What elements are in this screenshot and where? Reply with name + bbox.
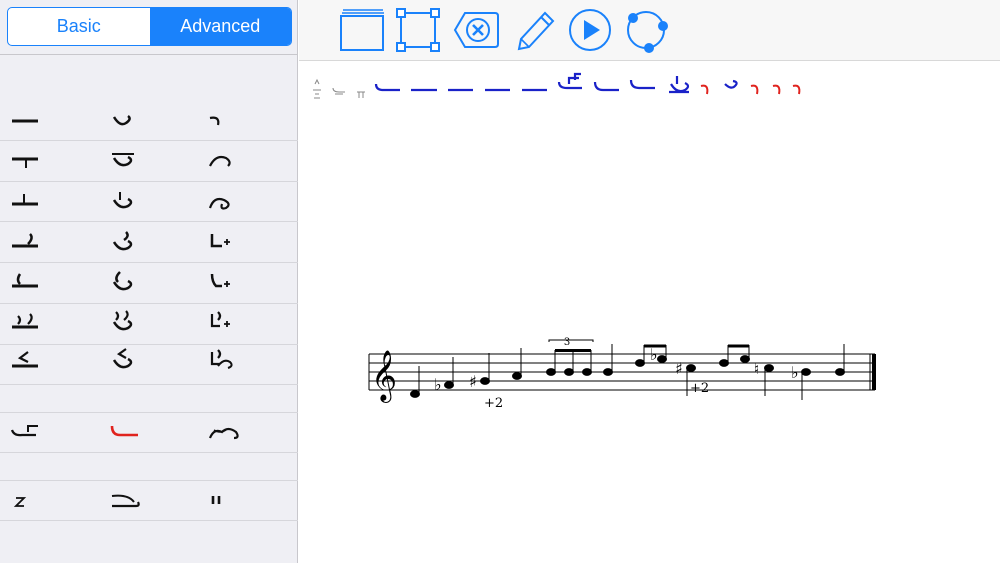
music-staff[interactable]: 𝄞 ♭ ♯ ♭ ♯ ♮ ♭ 3 +2 +2 [299,320,1000,440]
editor-area: 𝄞 ♭ ♯ ♭ ♯ ♮ ♭ 3 +2 +2 [299,0,1000,563]
neume-double-angle-plus-symbol[interactable] [204,308,264,334]
neume-double-long-hook-symbol[interactable] [106,488,166,514]
toolbar [299,0,1000,61]
cycle-icon [627,11,668,53]
neume-double-quote-symbol[interactable] [204,488,264,514]
staff-notation: 𝄞 ♭ ♯ ♭ ♯ ♮ ♭ 3 +2 +2 [368,337,876,411]
neume-slash-hook-symbol[interactable] [106,228,166,254]
neume-arc-symbol[interactable] [204,148,264,174]
layers-button[interactable] [337,5,387,55]
neume-angle-plus-symbol[interactable] [204,228,264,254]
neume-z-symbol[interactable] [8,488,68,514]
neume-bracket-symbol[interactable] [8,420,68,446]
neume-dash-chevron-symbol[interactable] [8,346,68,372]
tuplet-label: 3 [564,337,570,348]
select-frame-button[interactable] [393,5,443,55]
neume-overbar-hook-symbol[interactable] [106,148,166,174]
left-panel: Basic Advanced [0,0,298,563]
edit-button[interactable] [509,5,559,55]
svg-text:♯: ♯ [469,372,477,391]
svg-text:♮: ♮ [754,360,759,378]
pencil-icon [517,11,555,51]
delete-backspace-icon [453,12,499,48]
play-icon [569,9,611,51]
treble-clef: 𝄞 [371,350,397,403]
neume-complex-curl-symbol[interactable] [204,346,264,372]
cents-annotation: +2 [484,396,503,411]
svg-text:♭: ♭ [434,375,442,394]
delete-button[interactable] [451,5,501,55]
neume-sequence-strip[interactable] [299,72,1000,108]
neume-chevron-hook-symbol[interactable] [106,346,166,372]
neume-curve-hook-symbol[interactable] [106,268,166,294]
neume-double-slash-hook-symbol[interactable] [106,308,166,334]
neume-dash-tick-symbol[interactable] [8,148,68,174]
palette-row [0,385,298,413]
svg-text:♭: ♭ [650,345,658,364]
symbol-palette [0,0,298,563]
selection-frame-icon [396,8,440,52]
neume-red-selected-symbol[interactable] [106,420,166,446]
neume-dash-curve-symbol[interactable] [8,268,68,294]
neume-small-arc-symbol[interactable] [204,108,264,134]
svg-text:♯: ♯ [675,359,683,378]
layers-icon [340,9,384,51]
neume-dash-uptick-symbol[interactable] [8,188,68,214]
neume-hook-symbol[interactable] [106,108,166,134]
cycle-button[interactable] [621,5,671,55]
neume-dash-symbol[interactable] [8,108,68,134]
neume-sequence [313,72,801,99]
neume-curl-symbol[interactable] [204,188,264,214]
palette-row [0,453,298,481]
play-button[interactable] [565,5,615,55]
neume-tick-hook-symbol[interactable] [106,188,166,214]
neume-dash-slash-symbol[interactable] [8,228,68,254]
cents-annotation: +2 [690,381,709,396]
neume-double-arc-symbol[interactable] [204,420,264,446]
neume-angle-curve-plus-symbol[interactable] [204,268,264,294]
svg-text:♭: ♭ [791,363,799,382]
neume-dash-double-slash-symbol[interactable] [8,308,68,334]
